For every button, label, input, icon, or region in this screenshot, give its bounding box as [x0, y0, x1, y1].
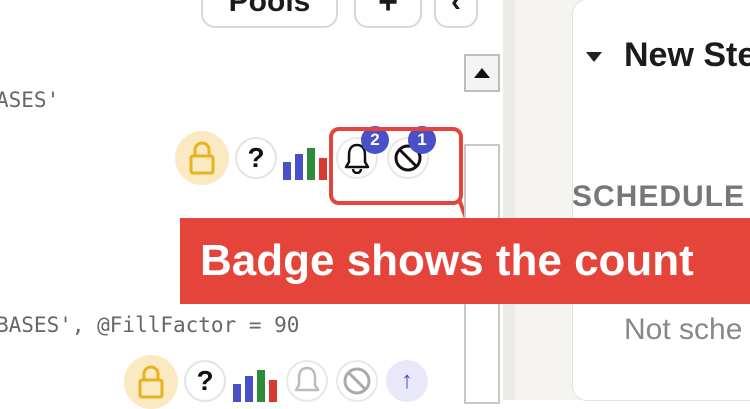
arrow-up-icon: ↑ [401, 367, 413, 394]
pools-button[interactable]: Pools [201, 0, 338, 28]
bell-button[interactable] [286, 360, 328, 402]
code-line: ASES' [0, 88, 60, 112]
annotation-text: Badge shows the count [200, 236, 694, 285]
help-button[interactable]: ? [184, 360, 226, 402]
help-button[interactable]: ? [235, 137, 277, 179]
scroll-up-button[interactable] [464, 54, 500, 92]
caret-down-icon[interactable] [584, 50, 604, 64]
lock-icon[interactable] [124, 355, 178, 409]
badge-highlight-box [329, 127, 463, 205]
bar-chart-icon[interactable] [283, 146, 327, 182]
ban-icon [343, 367, 371, 395]
bar-chart-icon[interactable] [233, 368, 277, 404]
panel-divider[interactable] [503, 0, 515, 400]
collapse-button-label: ‹ [451, 0, 461, 18]
ban-button[interactable] [336, 360, 378, 402]
help-icon: ? [247, 142, 265, 173]
scroll-up-icon [474, 68, 490, 78]
step-title: New Ste [624, 36, 750, 74]
help-icon: ? [196, 365, 214, 396]
collapse-button[interactable]: ‹ [434, 0, 478, 28]
pools-button-label: Pools [228, 0, 311, 18]
lock-icon[interactable] [175, 131, 229, 185]
code-line: BASES', @FillFactor = 90 [0, 313, 300, 337]
bell-icon [294, 366, 320, 392]
arrow-up-button[interactable]: ↑ [386, 360, 428, 402]
schedule-status: Not sche [624, 313, 743, 346]
add-button-label: + [378, 0, 398, 21]
add-button[interactable]: + [354, 0, 422, 28]
schedule-heading: SCHEDULE [572, 180, 746, 213]
annotation-callout: Badge shows the count [180, 218, 750, 304]
